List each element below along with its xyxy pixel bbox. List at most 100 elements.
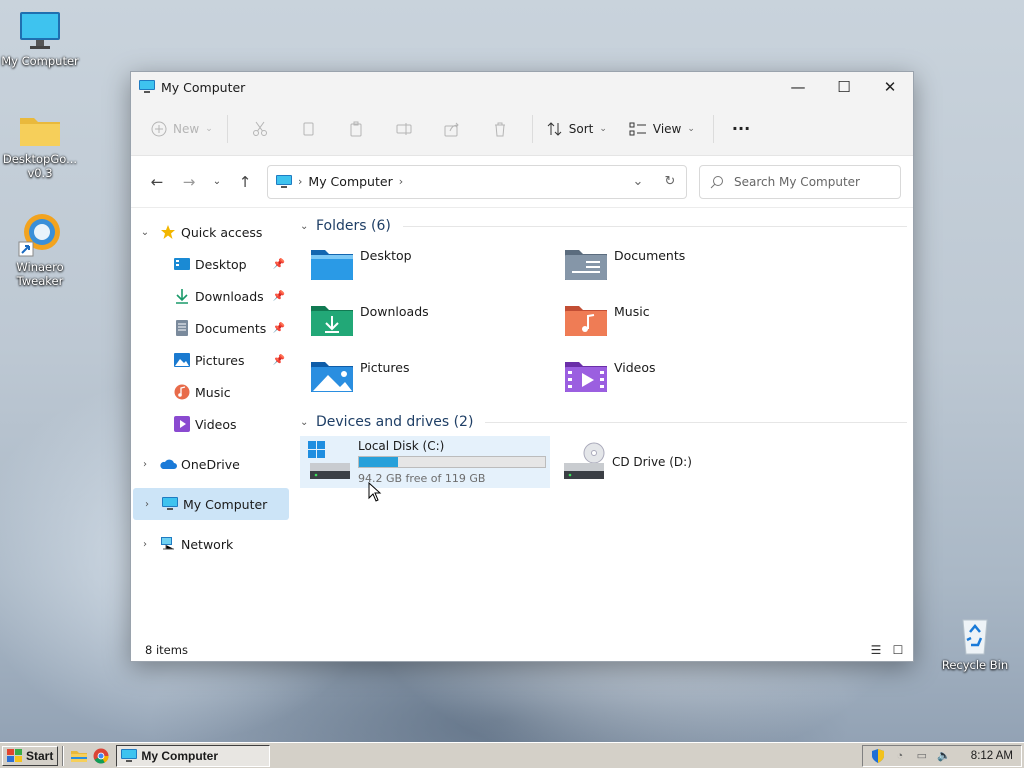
paste-button[interactable] — [332, 113, 380, 145]
chevron-right-icon[interactable]: › — [137, 459, 153, 470]
wifi-icon[interactable]: ◔ — [891, 748, 909, 764]
pin-icon: 📌 — [272, 258, 285, 270]
nav-item-desktop[interactable]: Desktop 📌 — [131, 248, 293, 280]
chevron-right-icon[interactable]: › — [139, 499, 155, 510]
more-options-button[interactable]: ··· — [722, 113, 760, 145]
mouse-cursor-icon — [368, 482, 382, 502]
volume-icon[interactable]: 🔈 — [935, 748, 953, 764]
refresh-button[interactable]: ↻ — [654, 174, 686, 189]
taskbar-divider — [62, 745, 65, 766]
drive-tile-d[interactable]: CD Drive (D:) — [554, 436, 804, 488]
folder-tile-pictures[interactable]: Pictures — [300, 352, 554, 408]
close-button[interactable]: ✕ — [867, 72, 913, 102]
nav-item-quick-access[interactable]: ⌄ Quick access — [131, 216, 293, 248]
clock[interactable]: 8:12 AM — [971, 750, 1013, 762]
folder-tile-documents[interactable]: Documents — [554, 240, 808, 296]
desktop-icon-label: My Computer — [1, 54, 79, 68]
quick-launch-file-explorer[interactable] — [68, 746, 90, 766]
windows-drive-icon — [308, 440, 354, 484]
folder-tile-music[interactable]: Music — [554, 296, 808, 352]
chevron-down-icon[interactable]: ⌄ — [300, 417, 314, 428]
details-view-button[interactable]: ☰ — [865, 643, 887, 657]
folder-tile-downloads[interactable]: Downloads — [300, 296, 554, 352]
back-button[interactable]: ← — [141, 166, 173, 198]
drive-label: Local Disk (C:) — [358, 439, 445, 453]
up-button[interactable]: ↑ — [229, 166, 261, 198]
shield-icon[interactable] — [869, 748, 887, 764]
folder-label: Videos — [614, 360, 656, 375]
delete-button[interactable] — [476, 113, 524, 145]
document-icon — [173, 320, 191, 336]
desktop-icon-my-computer[interactable]: My Computer — [0, 10, 80, 68]
view-icon — [629, 122, 646, 135]
folders-group-header[interactable]: ⌄ Folders (6) — [300, 212, 907, 240]
sort-button[interactable]: Sort ⌄ — [541, 113, 613, 145]
nav-item-onedrive[interactable]: › OneDrive — [131, 448, 293, 480]
folder-label: Desktop — [360, 248, 412, 263]
copy-button[interactable] — [284, 113, 332, 145]
address-bar[interactable]: › My Computer › ⌄ ↻ — [267, 164, 687, 199]
view-label: View — [652, 121, 682, 136]
drive-tile-c[interactable]: Local Disk (C:) 94.2 GB free of 119 GB — [300, 436, 550, 488]
chevron-down-icon[interactable]: ⌄ — [300, 221, 314, 232]
taskbar: Start My Computer ◔ ▭ 🔈 8:12 AM — [0, 742, 1024, 768]
nav-item-downloads[interactable]: Downloads 📌 — [131, 280, 293, 312]
scissors-icon — [252, 121, 267, 136]
desktop-icon — [173, 257, 191, 271]
nav-item-my-computer[interactable]: › My Computer — [133, 488, 289, 520]
title-bar[interactable]: My Computer — ☐ ✕ — [131, 72, 913, 102]
folder-tile-videos[interactable]: Videos — [554, 352, 808, 408]
nav-item-pictures[interactable]: Pictures 📌 — [131, 344, 293, 376]
chevron-down-icon: ⌄ — [632, 174, 644, 189]
desktop-icon-recycle-bin[interactable]: Recycle Bin — [935, 614, 1015, 672]
nav-label: Downloads — [195, 288, 264, 304]
drives-group-header[interactable]: ⌄ Devices and drives (2) — [300, 408, 907, 436]
rename-button[interactable] — [380, 113, 428, 145]
recent-locations-button[interactable]: ⌄ — [205, 166, 229, 198]
forward-button[interactable]: → — [173, 166, 205, 198]
close-icon: ✕ — [883, 78, 897, 96]
large-icons-view-icon: ☐ — [892, 643, 904, 657]
desktop-folder-icon — [310, 242, 354, 286]
breadcrumb-chevron-icon[interactable]: › — [399, 175, 403, 188]
breadcrumb[interactable]: My Computer — [308, 174, 392, 189]
taskbar-window-my-computer[interactable]: My Computer — [116, 744, 271, 767]
folders-group-title: Folders (6) — [316, 218, 391, 234]
video-icon — [173, 416, 191, 432]
start-button[interactable]: Start — [2, 745, 59, 766]
desktop-icon-winaero-tweaker[interactable]: Winaero Tweaker — [0, 212, 80, 288]
desktop-icon-desktopgo[interactable]: DesktopGo... v0.3 — [0, 110, 80, 180]
documents-folder-icon — [564, 242, 608, 286]
tiles-view-button[interactable]: ☐ — [887, 643, 909, 657]
drive-free-space: 94.2 GB free of 119 GB — [358, 472, 486, 485]
new-button[interactable]: New ⌄ — [145, 113, 219, 145]
folder-tile-desktop[interactable]: Desktop — [300, 240, 554, 296]
maximize-button[interactable]: ☐ — [821, 72, 867, 102]
view-button[interactable]: View ⌄ — [623, 113, 701, 145]
share-button[interactable] — [428, 113, 476, 145]
chevron-right-icon[interactable]: › — [137, 539, 153, 550]
drive-usage-fill — [359, 457, 399, 467]
toolbar-divider — [712, 114, 714, 143]
pin-icon: 📌 — [272, 290, 285, 302]
nav-item-videos[interactable]: Videos — [131, 408, 293, 440]
chevron-down-icon: ⌄ — [212, 176, 222, 187]
cut-button[interactable] — [236, 113, 284, 145]
arrow-left-icon: ← — [150, 172, 164, 191]
nav-item-documents[interactable]: Documents 📌 — [131, 312, 293, 344]
desktop-icon-label: Winaero — [16, 260, 64, 274]
folder-icon — [71, 750, 88, 762]
nav-item-music[interactable]: Music — [131, 376, 293, 408]
nav-label: My Computer — [183, 496, 268, 512]
network-icon[interactable]: ▭ — [913, 748, 931, 764]
content-pane: ⌄ Folders (6) Desktop Documents Download… — [293, 208, 913, 639]
minimize-button[interactable]: — — [775, 72, 821, 102]
pin-icon: 📌 — [272, 354, 285, 366]
address-dropdown-button[interactable]: ⌄ — [622, 174, 654, 189]
monitor-icon — [139, 80, 155, 93]
plus-circle-icon — [151, 121, 167, 136]
search-box[interactable]: Search My Computer — [699, 164, 901, 199]
quick-launch-chrome[interactable] — [90, 746, 112, 766]
chevron-down-icon[interactable]: ⌄ — [137, 227, 153, 238]
nav-item-network[interactable]: › Network — [131, 528, 293, 560]
